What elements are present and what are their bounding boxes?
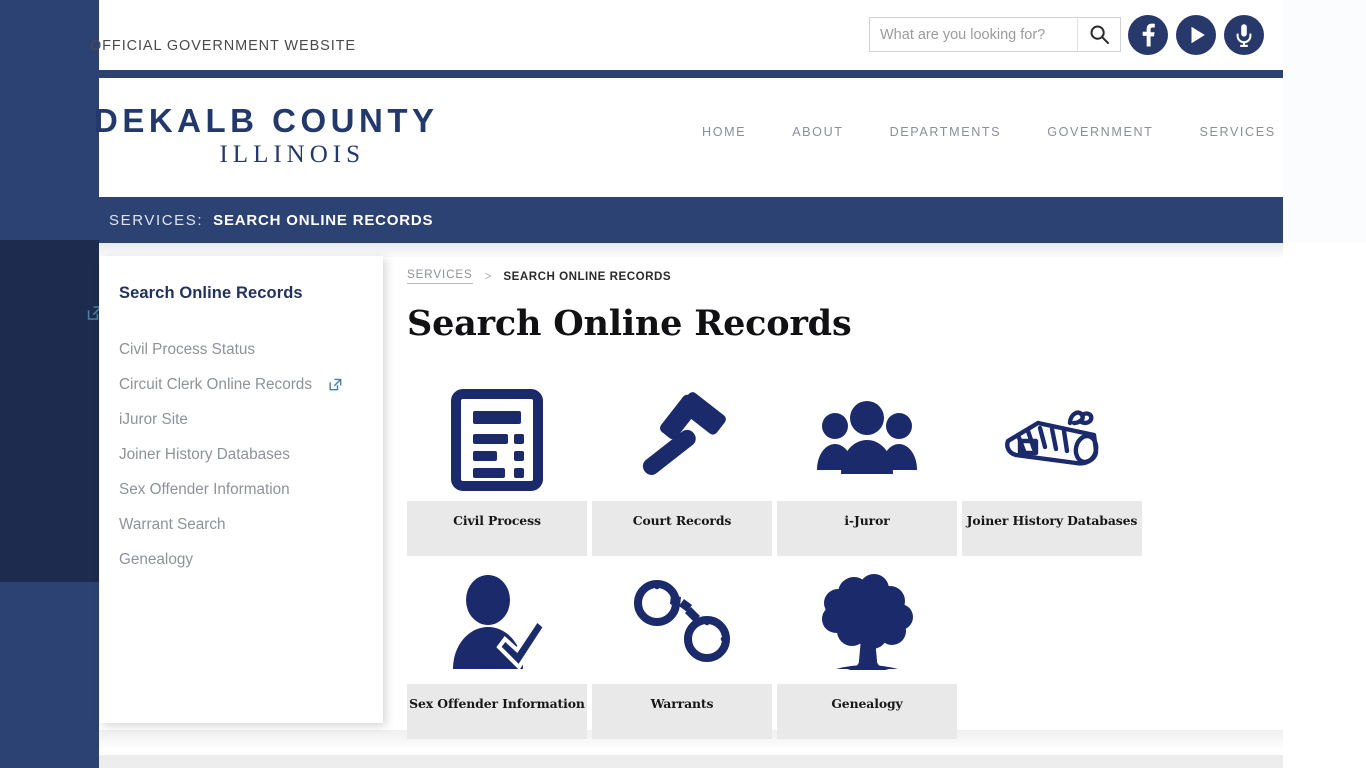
people-group-icon: [777, 378, 957, 501]
banner-page-title: SEARCH ONLINE RECORDS: [213, 211, 434, 229]
tile-joiner-history-databases[interactable]: Joiner History Databases: [962, 378, 1142, 556]
sidebar-item-label: Genealogy: [119, 550, 193, 568]
site-search[interactable]: [869, 17, 1121, 52]
left-rail-dark-panel: [0, 240, 100, 582]
sidebar-menu: Civil Process Status Circuit Clerk Onlin…: [119, 332, 369, 577]
sidebar-item-label: Warrant Search: [119, 515, 226, 533]
nav-item-departments[interactable]: DEPARTMENTS: [867, 122, 1025, 142]
external-link-icon: [328, 377, 343, 392]
left-rail-lower-panel: [0, 582, 100, 768]
primary-navigation: HOME ABOUT DEPARTMENTS GOVERNMENT SERVIC…: [679, 122, 1299, 142]
sidebar-item-label: Civil Process Status: [119, 340, 256, 358]
tile-label: i-Juror: [777, 501, 957, 556]
social-links: [1128, 15, 1264, 55]
tile-label-text: Warrants: [650, 696, 714, 711]
logo-line-state: ILLINOIS: [219, 141, 366, 168]
sidebar-item-label: Joiner History Databases: [119, 445, 290, 463]
tile-label: Sex Offender Information: [407, 684, 587, 739]
tile-label-text: Joiner History Databases: [966, 513, 1138, 528]
breadcrumb: SERVICES > SEARCH ONLINE RECORDS: [407, 268, 671, 284]
nav-item-about[interactable]: ABOUT: [769, 122, 866, 142]
tile-label: Joiner History Databases: [962, 501, 1142, 556]
sidebar-item-civil-process-status[interactable]: Civil Process Status: [119, 332, 369, 367]
tile-sex-offender-information[interactable]: Sex Offender Information: [407, 561, 587, 739]
nav-item-government[interactable]: GOVERNMENT: [1024, 122, 1176, 142]
search-input[interactable]: [870, 18, 1077, 51]
banner-section-kicker: SERVICES:: [109, 211, 204, 229]
handcuffs-icon: [592, 561, 772, 684]
masthead: DEKALB COUNTY ILLINOIS HOME ABOUT DEPART…: [94, 78, 1283, 197]
sidebar-item-warrant-search[interactable]: Warrant Search: [119, 507, 369, 542]
logo-line-county: DEKALB COUNTY: [94, 102, 439, 139]
section-banner: SERVICES: SEARCH ONLINE RECORDS: [99, 197, 1283, 243]
tile-civil-process[interactable]: Civil Process: [407, 378, 587, 556]
top-gradient-strip: [99, 243, 1283, 257]
screen: OFFICIAL GOVERNMENT WEBSITE What are you…: [0, 0, 1366, 768]
tile-label: Warrants: [592, 684, 772, 739]
tile-court-records[interactable]: Court Records: [592, 378, 772, 556]
sidebar-item-circuit-clerk-online-records[interactable]: Circuit Clerk Online Records: [119, 367, 369, 402]
official-government-notice: OFFICIAL GOVERNMENT WEBSITE: [90, 38, 356, 54]
utility-bar: OFFICIAL GOVERNMENT WEBSITE: [90, 0, 1283, 70]
sidebar-item-label: Sex Offender Information: [119, 480, 290, 498]
nav-item-home[interactable]: HOME: [679, 122, 769, 142]
microphone-icon[interactable]: [1224, 15, 1264, 55]
footer-band-lower: [99, 755, 1283, 768]
sidebar-item-ijuror-site[interactable]: iJuror Site: [119, 402, 369, 437]
tile-genealogy[interactable]: Genealogy: [777, 561, 957, 739]
tile-label-text: Genealogy: [831, 696, 903, 711]
youtube-play-icon[interactable]: [1176, 15, 1216, 55]
tree-icon: [777, 561, 957, 684]
tile-label: Court Records: [592, 501, 772, 556]
header-accent-rule: [99, 70, 1283, 78]
sidebar-item-joiner-history-databases[interactable]: Joiner History Databases: [119, 437, 369, 472]
tile-warrants[interactable]: Warrants: [592, 561, 772, 739]
tile-i-juror[interactable]: i-Juror: [777, 378, 957, 556]
gavel-icon: [592, 378, 772, 501]
sidebar-item-label: Circuit Clerk Online Records: [119, 375, 312, 393]
tile-label: Civil Process: [407, 501, 587, 556]
tile-label-text: Court Records: [632, 513, 732, 528]
site-logo[interactable]: DEKALB COUNTY ILLINOIS: [94, 102, 439, 170]
breadcrumb-parent-link[interactable]: SERVICES: [407, 268, 473, 284]
site-page: OFFICIAL GOVERNMENT WEBSITE What are you…: [90, 0, 1283, 768]
left-rail-upper: [0, 0, 100, 240]
breadcrumb-current: SEARCH ONLINE RECORDS: [503, 269, 672, 283]
sidebar-heading: Search Online Records: [119, 284, 303, 302]
tile-label-text: Sex Offender Information: [409, 696, 585, 711]
sidebar-item-sex-offender-information[interactable]: Sex Offender Information: [119, 472, 369, 507]
body-area: Search Online Records Civil Process Stat…: [99, 243, 1283, 768]
rolled-newspaper-icon: [962, 378, 1142, 501]
nav-item-services[interactable]: SERVICES: [1176, 122, 1298, 142]
search-submit-button[interactable]: [1077, 18, 1120, 51]
sidebar-item-label: iJuror Site: [119, 410, 188, 428]
tile-label: Genealogy: [777, 684, 957, 739]
breadcrumb-separator: >: [484, 269, 492, 283]
person-check-icon: [407, 561, 587, 684]
tile-label-text: i-Juror: [844, 513, 890, 528]
facebook-icon[interactable]: [1128, 15, 1168, 55]
document-form-icon: [407, 378, 587, 501]
tile-label-text: Civil Process: [453, 513, 541, 528]
sidebar-item-genealogy[interactable]: Genealogy: [119, 542, 369, 577]
service-tile-grid: Civil Process Court Records i-Juror Join…: [407, 378, 1142, 739]
sidebar-card: Search Online Records Civil Process Stat…: [100, 256, 383, 723]
page-title: Search Online Records: [407, 303, 852, 344]
